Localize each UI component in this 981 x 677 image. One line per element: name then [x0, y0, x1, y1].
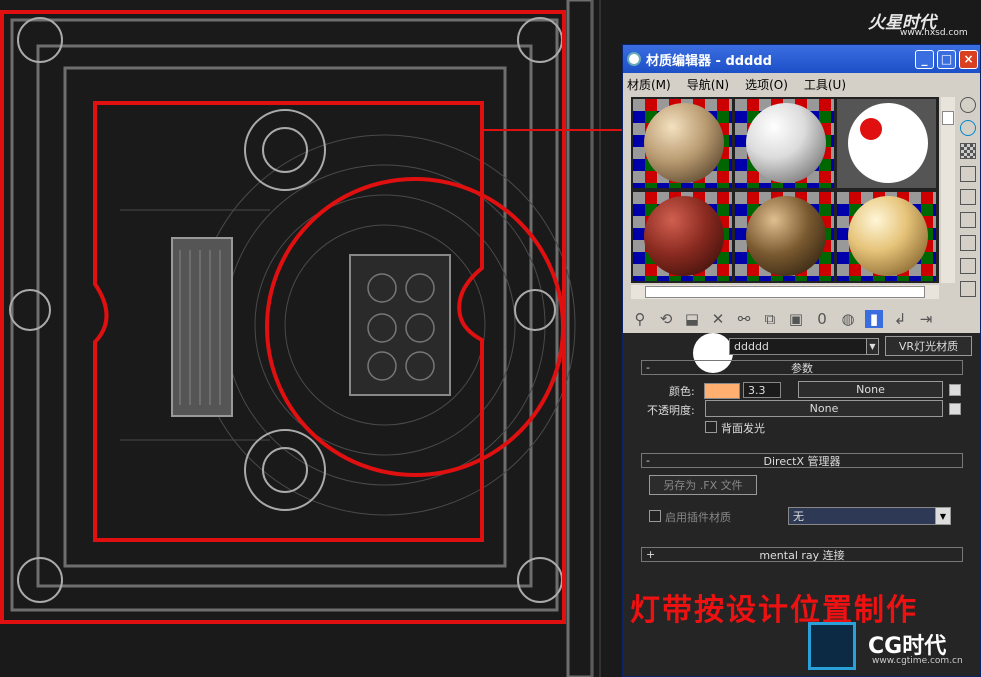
material-id-icon[interactable]: 0 — [813, 310, 831, 328]
material-toolbar: ⚲ ⟲ ⬓ ✕ ⚯ ⧉ ▣ 0 ◍ ▮ ↲ ⇥ — [631, 307, 977, 331]
url-cgtime: www.cgtime.com.cn — [872, 656, 963, 666]
sample-slot-5[interactable] — [735, 192, 834, 281]
backside-checkbox[interactable] — [705, 421, 717, 433]
rollout-params[interactable]: - 参数 — [641, 360, 963, 375]
go-to-parent-icon[interactable]: ↲ — [891, 310, 909, 328]
reset-map-icon[interactable]: ✕ — [709, 310, 727, 328]
menu-material[interactable]: 材质(M) — [627, 76, 671, 93]
material-navigator-icon[interactable] — [960, 281, 976, 297]
close-button[interactable]: × — [959, 49, 978, 69]
menu-bar: 材质(M) 导航(N) 选项(O) 工具(U) — [623, 73, 980, 95]
opacity-label: 不透明度: — [647, 404, 695, 417]
opacity-map-button[interactable]: None — [705, 400, 943, 417]
uv-tiling-icon[interactable] — [960, 166, 976, 182]
app-icon — [627, 52, 641, 66]
sample-slots — [631, 97, 939, 283]
make-preview-icon[interactable] — [960, 212, 976, 228]
color-map-checkbox[interactable] — [949, 384, 961, 396]
pick-material-dropdown[interactable]: ▼ — [866, 338, 879, 355]
save-fx-button[interactable]: 另存为 .FX 文件 — [649, 475, 757, 495]
assign-material-icon[interactable]: ⬓ — [683, 310, 701, 328]
go-forward-sibling-icon[interactable]: ⇥ — [917, 310, 935, 328]
enable-plugin-label: 启用插件材质 — [665, 511, 731, 524]
show-map-icon[interactable]: ◍ — [839, 310, 857, 328]
center-panel — [349, 254, 451, 396]
put-to-scene-icon[interactable]: ⟲ — [657, 310, 675, 328]
cg-logo-icon — [808, 622, 856, 670]
rollout-mentalray[interactable]: + mental ray 连接 — [641, 547, 963, 562]
color-label: 颜色: — [669, 385, 695, 398]
options-icon[interactable] — [960, 235, 976, 251]
material-type-button[interactable]: VR灯光材质 — [885, 336, 972, 356]
backlight-icon[interactable] — [960, 120, 976, 136]
material-name-field[interactable]: ddddd — [729, 338, 879, 355]
grille-panel — [171, 237, 233, 417]
color-swatch[interactable] — [704, 383, 740, 399]
sample-slot-1[interactable] — [633, 99, 732, 188]
show-end-result-icon[interactable]: ▮ — [865, 310, 883, 328]
get-material-icon[interactable]: ⚲ — [631, 310, 649, 328]
menu-utilities[interactable]: 工具(U) — [804, 76, 846, 93]
video-color-check-icon[interactable] — [960, 189, 976, 205]
enable-plugin-checkbox[interactable] — [649, 510, 661, 522]
vertical-scrollbar[interactable] — [941, 97, 955, 283]
sample-slot-4[interactable] — [633, 192, 732, 281]
sample-slot-2[interactable] — [735, 99, 834, 188]
sample-slot-6[interactable] — [837, 192, 936, 281]
window-title: 材质编辑器 - ddddd — [646, 53, 772, 69]
menu-navigation[interactable]: 导航(N) — [687, 76, 729, 93]
menu-options[interactable]: 选项(O) — [745, 76, 788, 93]
annotation-text: 灯带按设计位置制作 — [630, 593, 918, 628]
copy-material-icon[interactable]: ⚯ — [735, 310, 753, 328]
rollout-directx[interactable]: - DirectX 管理器 — [641, 453, 963, 468]
multiplier-spinner[interactable]: 3.3 — [743, 382, 781, 398]
put-to-library-icon[interactable]: ▣ — [787, 310, 805, 328]
horizontal-scrollbar[interactable] — [631, 285, 939, 299]
material-editor-window: 材质编辑器 - ddddd _ □ × 材质(M) 导航(N) 选项(O) 工具… — [622, 44, 981, 677]
select-by-material-icon[interactable] — [960, 258, 976, 274]
sample-slot-3-selected[interactable] — [837, 99, 936, 188]
make-unique-icon[interactable]: ⧉ — [761, 310, 779, 328]
plugin-select[interactable]: 无 — [788, 507, 951, 525]
sample-type-icon[interactable] — [960, 97, 976, 113]
maximize-button[interactable]: □ — [937, 49, 956, 69]
backside-label: 背面发光 — [721, 422, 765, 435]
title-bar[interactable]: 材质编辑器 - ddddd _ □ × — [623, 45, 980, 73]
color-map-button[interactable]: None — [798, 381, 943, 398]
minimize-button[interactable]: _ — [915, 49, 934, 69]
plugin-dropdown-arrow[interactable]: ▼ — [935, 507, 951, 525]
opacity-checkbox[interactable] — [949, 403, 961, 415]
url-hxsd: www.hxsd.com — [900, 28, 968, 38]
side-toolbar — [960, 97, 980, 304]
background-icon[interactable] — [960, 143, 976, 159]
